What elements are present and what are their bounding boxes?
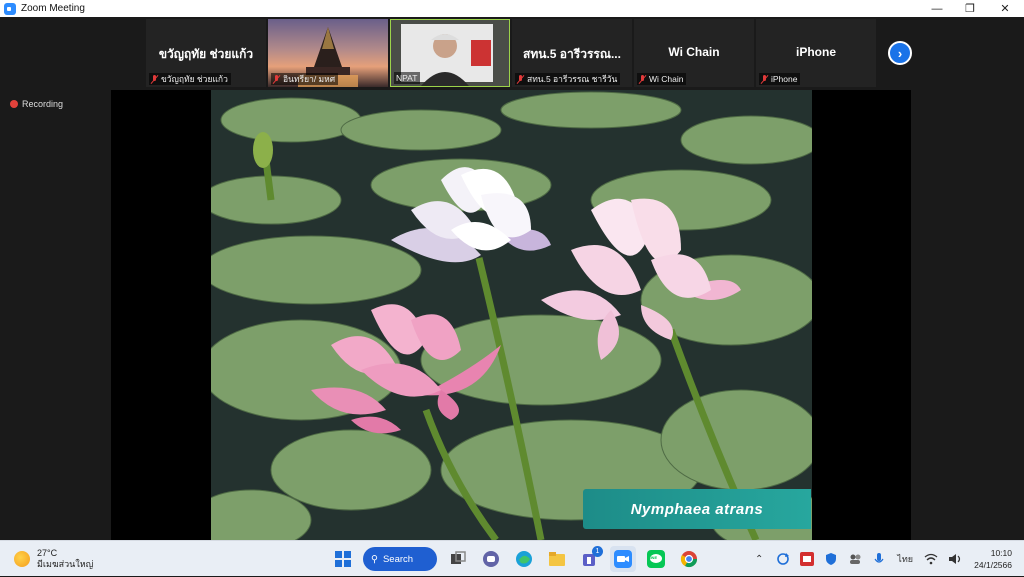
microphone-icon[interactable] <box>870 550 888 568</box>
participant-label: ขวัญฤทัย ช่วยแก้ว <box>149 73 231 85</box>
recording-label: Recording <box>22 99 64 109</box>
line-app-icon[interactable]: LINE <box>643 546 669 572</box>
participant-big-name: Wi Chain <box>668 45 720 59</box>
search-icon: ⚲ <box>371 553 378 565</box>
sync-icon[interactable] <box>774 550 792 568</box>
shared-screen: Nymphaea atrans <box>111 90 911 540</box>
record-dot-icon <box>10 100 18 108</box>
participant-tile[interactable]: iPhone iPhone <box>756 19 876 87</box>
teams-chat-icon[interactable] <box>478 546 504 572</box>
weather-temp: 27°C <box>37 548 58 558</box>
slide-image: Nymphaea atrans <box>211 90 812 540</box>
participant-tile[interactable]: อินทรียา/ มหศ <box>268 19 388 87</box>
participant-tile[interactable]: สทน.5 อารีวรรณ... สทน.5 อารีวรรณ ชารีวัน <box>512 19 632 87</box>
window-title: Zoom Meeting <box>21 3 85 14</box>
participant-tile-active[interactable]: NPAT <box>390 19 510 87</box>
partly-cloudy-icon <box>14 551 30 567</box>
zoom-icon[interactable] <box>610 546 636 572</box>
participant-label: NPAT <box>394 72 421 84</box>
wifi-icon[interactable] <box>922 550 940 568</box>
speaker-icon[interactable] <box>946 550 964 568</box>
species-caption: Nymphaea atrans <box>583 489 811 529</box>
line-icon-label: LINE <box>648 555 658 560</box>
title-bar: Zoom Meeting — ❐ ✕ <box>0 0 1024 17</box>
zoom-app-icon <box>4 2 16 15</box>
mic-muted-icon <box>273 74 280 84</box>
mic-muted-icon <box>761 74 768 84</box>
windows-taskbar: 27°C มีเมฆส่วนใหญ่ ⚲ Search 1 LINE ⌃ ไทย… <box>0 540 1024 576</box>
edge-browser-icon[interactable] <box>511 546 537 572</box>
taskbar-apps: ⚲ Search 1 LINE <box>330 545 709 573</box>
participant-tile[interactable]: ขวัญฤทัย ช่วยแก้ว ขวัญฤทัย ช่วยแก้ว <box>146 19 266 87</box>
participant-label: iPhone <box>759 73 801 85</box>
next-page-arrow-icon[interactable]: › <box>888 41 912 65</box>
taskbar-clock[interactable]: 10:10 24/1/2566 <box>974 547 1012 571</box>
participant-tile[interactable]: Wi Chain Wi Chain <box>634 19 754 87</box>
mic-muted-icon <box>517 74 524 84</box>
participant-label: อินทรียา/ มหศ <box>271 73 339 85</box>
weather-desc: มีเมฆส่วนใหญ่ <box>37 559 94 569</box>
windows-start-icon[interactable] <box>330 546 356 572</box>
teams-icon[interactable]: 1 <box>577 546 603 572</box>
minimize-button[interactable]: — <box>920 0 954 17</box>
clock-time: 10:10 <box>990 548 1012 558</box>
clock-date: 24/1/2566 <box>974 560 1012 570</box>
participant-big-name: ขวัญฤทัย ช่วยแก้ว <box>158 47 254 61</box>
participant-label: Wi Chain <box>637 73 687 85</box>
weather-widget[interactable]: 27°C มีเมฆส่วนใหญ่ <box>14 548 93 570</box>
chrome-browser-icon[interactable] <box>676 546 702 572</box>
security-shield-icon[interactable] <box>822 550 840 568</box>
water-lily-photo <box>211 90 812 540</box>
restore-button[interactable]: ❐ <box>953 0 987 17</box>
participant-big-name: สทน.5 อารีวรรณ... <box>523 47 621 61</box>
file-explorer-icon[interactable] <box>544 546 570 572</box>
input-language[interactable]: ไทย <box>894 550 916 568</box>
close-button[interactable]: ✕ <box>988 0 1022 17</box>
participant-label: สทน.5 อารีวรรณ ชารีวัน <box>515 73 621 85</box>
notification-badge: 1 <box>592 546 603 557</box>
people-icon[interactable] <box>846 550 864 568</box>
acrobat-icon[interactable] <box>798 550 816 568</box>
chevron-up-icon[interactable]: ⌃ <box>750 550 768 568</box>
system-tray: ⌃ ไทย 10:10 24/1/2566 <box>750 541 1024 577</box>
participant-big-name: iPhone <box>795 45 836 59</box>
mic-muted-icon <box>639 74 646 84</box>
recording-indicator[interactable]: Recording <box>10 99 63 109</box>
task-view-icon[interactable] <box>445 546 471 572</box>
taskbar-search-button[interactable]: ⚲ Search <box>363 547 437 571</box>
mic-muted-icon <box>151 74 158 84</box>
meeting-stage: ขวัญฤทัย ช่วยแก้ว ขวัญฤทัย ช่วยแก้ว อินท… <box>0 17 1024 540</box>
participant-strip: ขวัญฤทัย ช่วยแก้ว ขวัญฤทัย ช่วยแก้ว อินท… <box>146 19 878 87</box>
